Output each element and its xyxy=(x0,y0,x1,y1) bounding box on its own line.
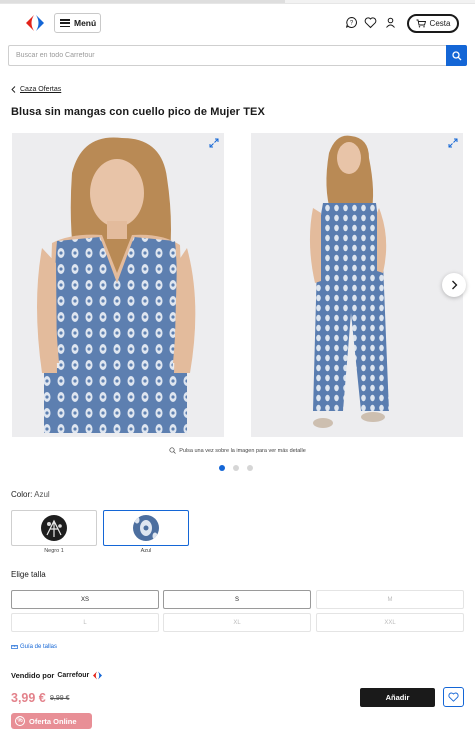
size-label: Elige talla xyxy=(11,570,46,579)
expand-icon[interactable] xyxy=(209,138,219,148)
expand-icon[interactable] xyxy=(448,138,458,148)
color-name-negro: Negro 1 xyxy=(44,548,64,554)
size-guide-link[interactable]: Guía de tallas xyxy=(11,644,57,650)
model-fullbody-image xyxy=(251,133,463,437)
sold-by-label: Vendido por xyxy=(11,671,55,680)
breadcrumb: Caza Ofertas xyxy=(11,86,61,93)
size-option-l[interactable]: L xyxy=(11,613,159,632)
color-value: Azul xyxy=(34,490,50,499)
svg-text:?: ? xyxy=(350,21,354,27)
hamburger-icon xyxy=(60,19,70,27)
sold-by: Vendido por Carrefour xyxy=(11,671,103,680)
gallery-next-button[interactable] xyxy=(442,273,466,297)
gallery-dot-2[interactable] xyxy=(233,465,239,471)
search-icon xyxy=(451,50,461,60)
heart-icon[interactable] xyxy=(364,16,377,29)
user-icon[interactable] xyxy=(384,16,397,29)
zoom-hint: Pulsa una vez sobre la imagen para ver m… xyxy=(0,447,475,454)
search-input[interactable] xyxy=(9,46,445,65)
online-offer-badge: % Oferta Online xyxy=(11,713,92,729)
swatch-thumbnail-azul xyxy=(133,515,159,541)
search-bar xyxy=(8,45,467,66)
model-closeup-image xyxy=(12,133,224,437)
color-label: Color: Azul xyxy=(11,490,50,499)
gallery-pagination xyxy=(219,465,253,471)
current-price: 3,99 € xyxy=(11,691,46,705)
top-strip-bar xyxy=(0,0,285,3)
product-photo-full[interactable] xyxy=(251,133,463,437)
size-option-xxl[interactable]: XXL xyxy=(316,613,464,632)
size-guide-text: Guía de tallas xyxy=(20,644,58,650)
size-option-s[interactable]: S xyxy=(163,590,311,609)
product-title: Blusa sin mangas con cuello pico de Muje… xyxy=(11,106,265,118)
chevron-right-icon xyxy=(451,280,457,290)
chat-help-icon[interactable]: ? xyxy=(345,16,358,29)
cart-icon xyxy=(416,19,426,28)
menu-label: Menú xyxy=(74,18,97,28)
cart-label: Cesta xyxy=(429,19,451,28)
ruler-icon xyxy=(11,645,18,649)
percent-icon: % xyxy=(15,716,25,726)
carrefour-logo-small xyxy=(93,671,103,680)
seller-name: Carrefour xyxy=(57,672,90,679)
add-to-cart-button[interactable]: Añadir xyxy=(360,688,435,707)
browser-top-strip xyxy=(0,0,475,4)
gallery-dot-3[interactable] xyxy=(247,465,253,471)
menu-button[interactable]: Menú xyxy=(54,13,101,33)
size-option-xl[interactable]: XL xyxy=(163,613,311,632)
color-label-text: Color: xyxy=(11,490,33,499)
carrefour-logo[interactable] xyxy=(24,14,46,32)
product-photo-front[interactable] xyxy=(12,133,224,437)
chevron-left-icon xyxy=(11,86,16,93)
add-to-favorites-button[interactable] xyxy=(443,687,464,707)
color-swatch-negro[interactable] xyxy=(11,510,97,546)
swatch-thumbnail-negro xyxy=(41,515,67,541)
color-swatch-azul[interactable] xyxy=(103,510,189,546)
product-gallery xyxy=(0,133,475,438)
gallery-dot-1[interactable] xyxy=(219,465,225,471)
color-name-azul: Azul xyxy=(140,548,152,554)
online-offer-text: Oferta Online xyxy=(29,716,77,726)
heart-icon xyxy=(448,692,459,702)
old-price: 9,99 € xyxy=(50,695,70,702)
header: Menú ? Cesta xyxy=(0,6,475,40)
zoom-icon xyxy=(169,447,176,454)
zoom-hint-text: Pulsa una vez sobre la imagen para ver m… xyxy=(179,447,306,454)
search-button[interactable] xyxy=(446,45,467,66)
size-option-m[interactable]: M xyxy=(316,590,464,609)
cart-button[interactable]: Cesta xyxy=(407,14,459,33)
breadcrumb-back-link[interactable]: Caza Ofertas xyxy=(20,86,61,93)
size-option-xs[interactable]: XS xyxy=(11,590,159,609)
